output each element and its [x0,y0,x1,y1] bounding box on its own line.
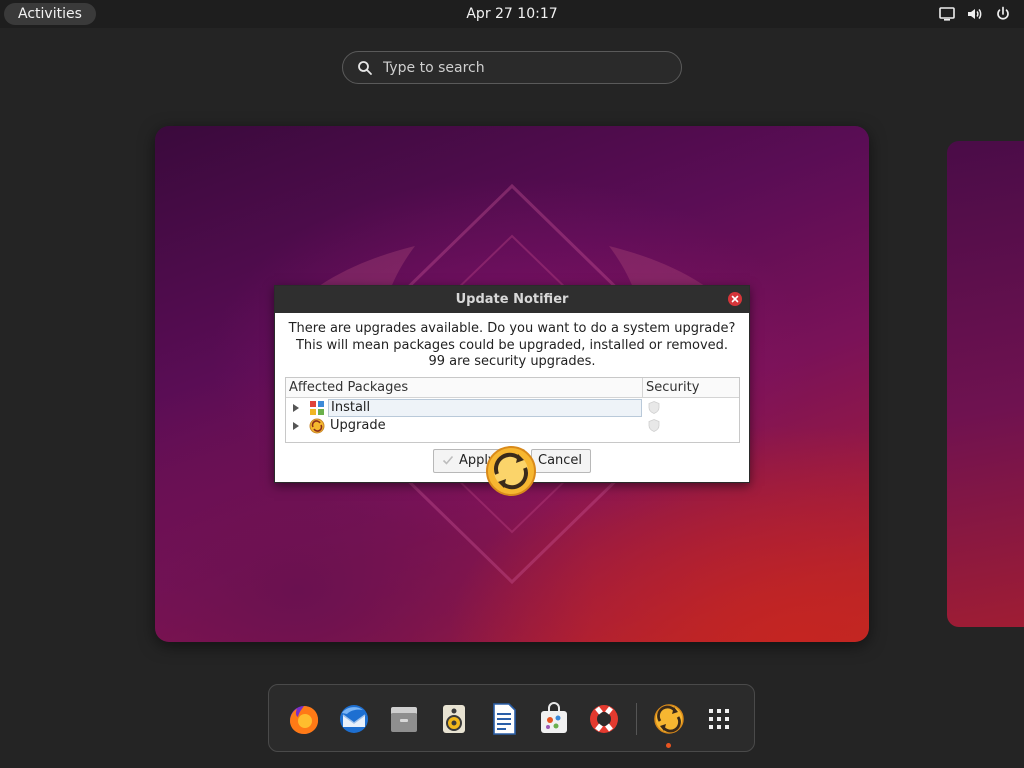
dialog-message: There are upgrades available. Do you wan… [275,321,749,371]
install-icon [310,401,324,415]
table-row-upgrade[interactable]: Upgrade [286,417,739,435]
screen-icon[interactable] [938,5,956,23]
top-bar: Activities Apr 27 10:17 [0,0,1024,28]
dock-item-files[interactable] [386,701,422,737]
message-line: 99 are security upgrades. [428,354,596,369]
upgrade-icon [309,418,325,434]
security-shield-icon [648,419,660,432]
column-header-affected-packages[interactable]: Affected Packages [289,378,408,398]
dock [268,684,755,752]
checkmark-icon [442,455,454,465]
table-row-install[interactable]: Install [286,399,739,417]
writer-icon [493,703,516,735]
dock-item-firefox[interactable] [286,701,322,737]
dock-item-rhythmbox[interactable] [436,701,472,737]
dock-item-software[interactable] [536,701,572,737]
package-label-upgrade: Upgrade [330,418,386,433]
search-input[interactable] [383,52,663,83]
power-icon[interactable] [994,5,1012,23]
table-header: Affected Packages Security [286,378,739,398]
update-notifier-icon [654,704,684,734]
cancel-button[interactable]: Cancel [531,449,591,473]
cancel-label: Cancel [538,453,583,468]
update-notifier-emblem [482,444,540,498]
dock-item-app-grid[interactable] [701,701,737,737]
package-label-install: Install [328,399,642,417]
dock-item-thunderbird[interactable] [336,701,372,737]
search-icon [358,61,372,75]
firefox-icon [290,706,319,734]
clock-area: Apr 27 10:17 [0,0,1024,28]
message-line: There are upgrades available. Do you wan… [288,321,736,336]
expander-triangle-icon[interactable] [293,422,299,430]
clock[interactable]: Apr 27 10:17 [466,6,557,22]
next-workspace-thumbnail[interactable] [947,141,1024,627]
dock-item-help[interactable] [586,701,622,737]
close-button[interactable] [728,292,742,306]
search-box[interactable] [342,51,682,84]
files-icon [391,707,417,732]
message-line: This will mean packages could be upgrade… [295,337,729,353]
dock-item-writer[interactable] [486,701,522,737]
rhythmbox-icon [443,705,465,733]
dialog-title: Update Notifier [275,286,749,313]
dock-item-update-notifier[interactable] [651,701,687,737]
thunderbird-icon [340,705,368,733]
affected-packages-table[interactable]: Affected Packages Security Install Upgra… [285,377,740,443]
update-notifier-icon [486,446,536,496]
running-indicator [666,743,671,748]
help-icon [590,705,618,733]
dock-separator [636,703,637,735]
activities-button[interactable]: Activities [4,3,96,25]
volume-icon[interactable] [966,5,984,23]
app-grid-icon [709,709,729,729]
column-divider [642,378,643,398]
system-tray[interactable] [938,5,1012,23]
column-header-security[interactable]: Security [646,378,699,398]
close-icon [731,295,739,303]
expander-triangle-icon[interactable] [293,404,299,412]
software-icon [541,702,567,733]
security-shield-icon [648,401,660,414]
